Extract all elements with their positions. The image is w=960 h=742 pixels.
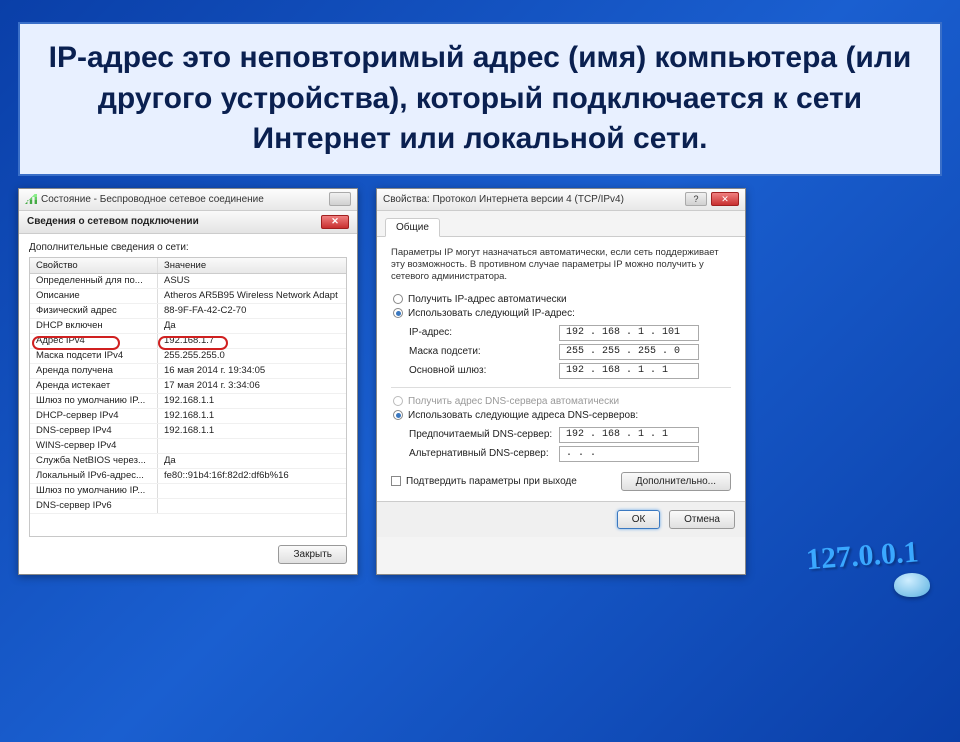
cell-property: WINS-сервер IPv4 xyxy=(30,439,158,453)
radio-icon xyxy=(393,410,403,420)
details-table: Свойство Значение Определенный для по...… xyxy=(29,257,347,537)
radio-manual-ip-label: Использовать следующий IP-адрес: xyxy=(408,308,575,319)
cell-value: 192.168.1.1 xyxy=(158,409,346,423)
mouse-icon xyxy=(894,573,930,597)
radio-icon xyxy=(393,308,403,318)
cell-property: DNS-сервер IPv4 xyxy=(30,424,158,438)
table-row[interactable]: DHCP-сервер IPv4192.168.1.1 xyxy=(30,409,346,424)
table-row[interactable]: Аренда получена16 мая 2014 г. 19:34:05 xyxy=(30,364,346,379)
properties-window: Свойства: Протокол Интернета версии 4 (T… xyxy=(376,188,746,575)
gateway-input[interactable]: 192 . 168 . 1 . 1 xyxy=(559,363,699,379)
tab-bar: Общие xyxy=(377,211,745,237)
close-icon[interactable]: ✕ xyxy=(321,215,349,229)
advanced-button[interactable]: Дополнительно... xyxy=(621,472,731,491)
ok-button[interactable]: ОК xyxy=(617,510,661,529)
cell-property: DNS-сервер IPv6 xyxy=(30,499,158,513)
cell-property: Локальный IPv6-адрес... xyxy=(30,469,158,483)
cell-value: ASUS xyxy=(158,274,346,288)
help-icon[interactable]: ? xyxy=(685,192,707,206)
cell-property: Служба NetBIOS через... xyxy=(30,454,158,468)
radio-icon xyxy=(393,396,403,406)
info-text: Параметры IP могут назначаться автоматич… xyxy=(391,247,731,284)
properties-title: Свойства: Протокол Интернета версии 4 (T… xyxy=(383,194,624,205)
table-row[interactable]: DNS-сервер IPv6 xyxy=(30,499,346,514)
cell-property: DHCP включен xyxy=(30,319,158,333)
radio-auto-ip[interactable]: Получить IP-адрес автоматически xyxy=(393,294,731,305)
table-row[interactable]: Локальный IPv6-адрес...fe80::91b4:16f:82… xyxy=(30,469,346,484)
dns1-input[interactable]: 192 . 168 . 1 . 1 xyxy=(559,427,699,443)
cell-value xyxy=(158,484,346,498)
status-titlebar: Состояние - Беспроводное сетевое соедине… xyxy=(19,189,357,211)
cell-property: Физический адрес xyxy=(30,304,158,318)
cell-value: Да xyxy=(158,454,346,468)
cell-value: 192.168.1.1 xyxy=(158,394,346,408)
cell-property: DHCP-сервер IPv4 xyxy=(30,409,158,423)
radio-icon xyxy=(393,294,403,304)
radio-auto-dns-label: Получить адрес DNS-сервера автоматически xyxy=(408,396,619,407)
col-property[interactable]: Свойство xyxy=(30,258,158,273)
cell-value xyxy=(158,439,346,453)
cell-property: Аренда истекает xyxy=(30,379,158,393)
gateway-label: Основной шлюз: xyxy=(409,365,559,376)
cell-value: fe80::91b4:16f:82d2:df6b%16 xyxy=(158,469,346,483)
table-row[interactable]: Шлюз по умолчанию IP...192.168.1.1 xyxy=(30,394,346,409)
ip-address-input[interactable]: 192 . 168 . 1 . 101 xyxy=(559,325,699,341)
status-window: Состояние - Беспроводное сетевое соедине… xyxy=(18,188,358,575)
tab-general[interactable]: Общие xyxy=(385,218,440,237)
ip-address-label: IP-адрес: xyxy=(409,327,559,338)
status-title: Состояние - Беспроводное сетевое соедине… xyxy=(41,194,264,205)
cell-property: Аренда получена xyxy=(30,364,158,378)
radio-manual-dns-label: Использовать следующие адреса DNS-сервер… xyxy=(408,410,638,421)
radio-auto-ip-label: Получить IP-адрес автоматически xyxy=(408,294,567,305)
radio-auto-dns[interactable]: Получить адрес DNS-сервера автоматически xyxy=(393,396,731,407)
table-row[interactable]: DNS-сервер IPv4192.168.1.1 xyxy=(30,424,346,439)
cell-value xyxy=(158,499,346,513)
cell-value: Да xyxy=(158,319,346,333)
confirm-label: Подтвердить параметры при выходе xyxy=(406,476,577,487)
cell-value: 255.255.255.0 xyxy=(158,349,346,363)
cell-value: 88-9F-FA-42-C2-70 xyxy=(158,304,346,318)
cell-property: Определенный для по... xyxy=(30,274,158,288)
properties-titlebar: Свойства: Протокол Интернета версии 4 (T… xyxy=(377,189,745,211)
cell-value: 16 мая 2014 г. 19:34:05 xyxy=(158,364,346,378)
confirm-checkbox[interactable] xyxy=(391,476,401,486)
col-value[interactable]: Значение xyxy=(158,258,346,273)
cancel-button[interactable]: Отмена xyxy=(669,510,735,529)
radio-manual-ip[interactable]: Использовать следующий IP-адрес: xyxy=(393,308,731,319)
table-row[interactable]: DHCP включенДа xyxy=(30,319,346,334)
radio-manual-dns[interactable]: Использовать следующие адреса DNS-сервер… xyxy=(393,410,731,421)
cell-value: 192.168.1.1 xyxy=(158,424,346,438)
table-row[interactable]: Шлюз по умолчанию IP... xyxy=(30,484,346,499)
cell-property: Адрес IPv4 xyxy=(30,334,158,348)
table-row[interactable]: Адрес IPv4192.168.1.7 xyxy=(30,334,346,349)
subnet-mask-input[interactable]: 255 . 255 . 255 . 0 xyxy=(559,344,699,360)
table-row[interactable]: ОписаниеAtheros AR5B95 Wireless Network … xyxy=(30,289,346,304)
table-row[interactable]: Аренда истекает17 мая 2014 г. 3:34:06 xyxy=(30,379,346,394)
table-row[interactable]: Служба NetBIOS через...Да xyxy=(30,454,346,469)
wifi-signal-icon xyxy=(25,194,37,204)
status-subtitle: Сведения о сетевом подключении xyxy=(27,216,199,227)
cell-value: 192.168.1.7 xyxy=(158,334,346,348)
table-row[interactable]: Определенный для по...ASUS xyxy=(30,274,346,289)
cell-property: Маска подсети IPv4 xyxy=(30,349,158,363)
cell-value: Atheros AR5B95 Wireless Network Adapt xyxy=(158,289,346,303)
details-label: Дополнительные сведения о сети: xyxy=(29,242,347,253)
dns2-label: Альтернативный DNS-сервер: xyxy=(409,448,559,459)
cell-property: Шлюз по умолчанию IP... xyxy=(30,484,158,498)
table-row[interactable]: Физический адрес88-9F-FA-42-C2-70 xyxy=(30,304,346,319)
dns2-input[interactable]: . . . xyxy=(559,446,699,462)
cell-property: Шлюз по умолчанию IP... xyxy=(30,394,158,408)
subnet-mask-label: Маска подсети: xyxy=(409,346,559,357)
dns1-label: Предпочитаемый DNS-сервер: xyxy=(409,429,559,440)
definition-box: IP-адрес это неповторимый адрес (имя) ко… xyxy=(18,22,942,176)
close-icon[interactable]: ✕ xyxy=(711,192,739,206)
minimize-icon[interactable] xyxy=(329,192,351,206)
table-row[interactable]: Маска подсети IPv4255.255.255.0 xyxy=(30,349,346,364)
table-row[interactable]: WINS-сервер IPv4 xyxy=(30,439,346,454)
cell-value: 17 мая 2014 г. 3:34:06 xyxy=(158,379,346,393)
status-subtitle-bar: Сведения о сетевом подключении ✕ xyxy=(19,211,357,234)
definition-text: IP-адрес это неповторимый адрес (имя) ко… xyxy=(40,38,920,160)
close-button[interactable]: Закрыть xyxy=(278,545,347,564)
cell-property: Описание xyxy=(30,289,158,303)
